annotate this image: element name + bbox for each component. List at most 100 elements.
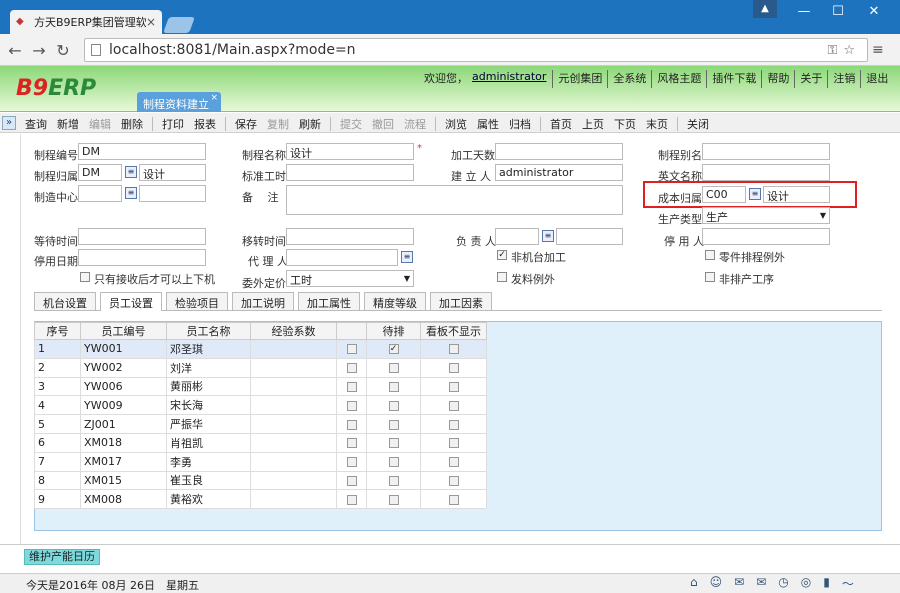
row-checkbox[interactable] [448, 381, 459, 392]
toolbar-button[interactable]: 打印 [157, 116, 189, 132]
row-checkbox[interactable] [388, 419, 399, 430]
belong-lookup-icon[interactable]: ≡ [125, 166, 137, 178]
toolbar-button[interactable]: 新增 [52, 116, 84, 132]
row-checkbox[interactable] [448, 344, 459, 355]
browser-menu-icon[interactable]: ≡ [872, 42, 886, 58]
issue-exc-checkbox[interactable] [497, 272, 507, 282]
top-menu-item[interactable]: 元创集团 [552, 70, 607, 88]
shield-icon[interactable]: ◎ [801, 575, 811, 592]
tab-process-setup[interactable]: 制程资料建立 × [137, 92, 221, 112]
process-alias-input[interactable] [702, 143, 830, 160]
detail-tab[interactable]: 机台设置 [34, 292, 96, 310]
top-menu-item[interactable]: 退出 [860, 70, 893, 88]
table-row[interactable]: 6 XM018 肖祖凯 [34, 432, 487, 453]
grid-header[interactable]: 待排 [366, 322, 421, 340]
belong-code-input[interactable]: DM [78, 164, 122, 181]
table-row[interactable]: 1 YW001 邓圣琪 ✓ [34, 339, 487, 359]
row-checkbox[interactable] [346, 475, 357, 486]
close-window-icon[interactable]: ✕ [857, 0, 891, 24]
owner-code-input[interactable] [495, 228, 539, 245]
center-lookup-icon[interactable]: ≡ [125, 187, 137, 199]
bookmark-star-icon[interactable]: ⚿☆ [827, 43, 861, 58]
tab-close-icon[interactable]: × [146, 15, 156, 29]
minimize-icon[interactable]: — [787, 0, 821, 24]
toolbar-button[interactable]: 关闭 [682, 116, 714, 132]
message-icon[interactable]: ✉ [734, 575, 744, 592]
toolbar-button[interactable]: 归档 [504, 116, 536, 132]
row-checkbox[interactable] [346, 438, 357, 449]
row-checkbox[interactable]: ✓ [388, 344, 399, 355]
home-icon[interactable]: ⌂ [690, 575, 698, 592]
agent-lookup-icon[interactable]: ≡ [401, 251, 413, 263]
center-name-input[interactable] [139, 185, 206, 202]
row-checkbox[interactable] [388, 438, 399, 449]
detail-tab[interactable]: 精度等级 [364, 292, 426, 310]
grid-header[interactable]: 经验系数 [250, 322, 337, 340]
detail-tab[interactable]: 检验项目 [166, 292, 228, 310]
toolbar-button[interactable]: 浏览 [440, 116, 472, 132]
toolbar-button[interactable]: 保存 [230, 116, 262, 132]
row-checkbox[interactable] [448, 494, 459, 505]
move-time-input[interactable] [286, 228, 414, 245]
table-row[interactable]: 3 YW006 黄丽彬 [34, 376, 487, 397]
top-menu-item[interactable]: 风格主题 [651, 70, 706, 88]
row-checkbox[interactable] [388, 400, 399, 411]
disabler-input[interactable] [702, 228, 830, 245]
toolbar-button[interactable]: 查询 [20, 116, 52, 132]
std-time-input[interactable] [286, 164, 414, 181]
row-checkbox[interactable] [448, 475, 459, 486]
table-row[interactable]: 8 XM015 崔玉良 [34, 470, 487, 491]
wait-time-input[interactable] [78, 228, 206, 245]
grid-header[interactable]: 序号 [34, 322, 81, 340]
top-menu-item[interactable]: 注销 [827, 70, 860, 88]
row-checkbox[interactable] [388, 494, 399, 505]
toolbar-button[interactable]: 首页 [545, 116, 577, 132]
outsrc-select[interactable]: ▼ 工时 [286, 270, 414, 287]
row-checkbox[interactable] [448, 419, 459, 430]
toolbar-button[interactable]: 上页 [577, 116, 609, 132]
top-menu-item[interactable]: 关于 [794, 70, 827, 88]
row-checkbox[interactable] [346, 400, 357, 411]
row-checkbox[interactable] [388, 381, 399, 392]
table-row[interactable]: 4 YW009 宋长海 [34, 395, 487, 416]
grid-header[interactable]: 员工编号 [80, 322, 167, 340]
row-checkbox[interactable] [388, 363, 399, 374]
row-checkbox[interactable] [388, 457, 399, 468]
detail-tab[interactable]: 加工因素 [430, 292, 492, 310]
process-code-input[interactable]: DM [78, 143, 206, 160]
belong-name-input[interactable]: 设计 [139, 164, 206, 181]
maximize-icon[interactable]: ☐ [821, 0, 855, 24]
only-after-checkbox[interactable] [80, 272, 90, 282]
sidebar-toggle-icon[interactable]: » [2, 116, 16, 130]
row-checkbox[interactable] [346, 494, 357, 505]
row-checkbox[interactable] [346, 419, 357, 430]
non-machine-checkbox[interactable]: ✓ [497, 250, 507, 260]
toolbar-button[interactable]: 刷新 [294, 116, 326, 132]
forward-icon[interactable]: → [30, 41, 48, 60]
toolbar-button[interactable]: 末页 [641, 116, 673, 132]
disable-date-input[interactable] [78, 249, 206, 266]
url-text[interactable]: localhost:8081/Main.aspx?mode=n [109, 42, 827, 58]
toolbar-button[interactable]: 报表 [189, 116, 221, 132]
top-menu-item[interactable]: 插件下载 [706, 70, 761, 88]
top-menu-item[interactable]: 帮助 [761, 70, 794, 88]
grid-header[interactable] [336, 322, 367, 340]
top-menu-item[interactable]: 全系统 [607, 70, 651, 88]
browser-tab[interactable]: ◆ 方天B9ERP集团管理软件 × [10, 10, 162, 34]
user-icon[interactable]: ☺ [710, 575, 723, 592]
detail-tab[interactable]: 员工设置 [100, 292, 162, 311]
part-sched-checkbox[interactable] [705, 250, 715, 260]
toolbar-button[interactable]: 删除 [116, 116, 148, 132]
row-checkbox[interactable] [346, 344, 357, 355]
process-days-input[interactable] [495, 143, 623, 160]
trash-icon[interactable]: ▮ [823, 575, 830, 592]
row-checkbox[interactable] [346, 381, 357, 392]
user-profile-icon[interactable]: ▲ [753, 0, 777, 18]
clock-icon[interactable]: ◷ [778, 575, 788, 592]
toolbar-button[interactable]: 属性 [472, 116, 504, 132]
en-name-input[interactable] [702, 164, 830, 181]
table-row[interactable]: 5 ZJ001 严振华 [34, 414, 487, 434]
center-code-input[interactable] [78, 185, 122, 202]
back-icon[interactable]: ← [6, 41, 24, 60]
toolbar-button[interactable]: 下页 [609, 116, 641, 132]
